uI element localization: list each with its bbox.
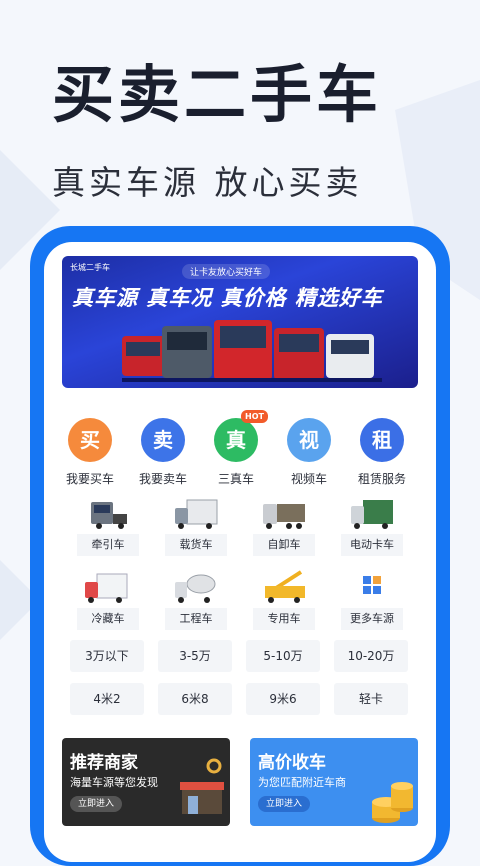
shop-icon	[180, 758, 224, 814]
quick-action-buy[interactable]: 买 我要买车	[62, 418, 118, 487]
banner-slogan: 真车源 真车况 真价格 精选好车	[72, 286, 383, 310]
category-label: 更多车源	[341, 608, 403, 630]
promo-title: 高价收车	[258, 753, 326, 773]
cargo-truck-icon	[175, 499, 218, 529]
promo-banner[interactable]: 长城二手车 让卡友放心买好车 真车源 真车况 真价格 精选好车	[62, 256, 418, 388]
rent-icon: 租	[360, 418, 404, 462]
category-electric[interactable]: 电动卡车	[341, 496, 403, 556]
tractor-truck-icon	[91, 502, 127, 529]
size-filter-chip[interactable]: 6米8	[158, 683, 232, 715]
price-filter-chip[interactable]: 3万以下	[70, 640, 144, 672]
promo-subtitle: 为您匹配附近车商	[258, 776, 346, 789]
more-grid-icon	[363, 576, 381, 594]
hero-title: 买卖二手车	[52, 58, 383, 131]
refrigerated-truck-icon	[85, 573, 128, 603]
category-label: 载货车	[165, 534, 227, 556]
quick-action-label: 租赁服务	[357, 472, 406, 486]
engineering-truck-icon	[175, 574, 216, 603]
category-label: 冷藏车	[77, 608, 139, 630]
dump-truck-icon	[263, 504, 305, 529]
quick-action-label: 我要买车	[65, 472, 114, 486]
quick-action-three-true[interactable]: 真 HOT 三真车	[208, 410, 268, 487]
quick-action-rent[interactable]: 租 租赁服务	[354, 418, 410, 487]
quick-action-label: 我要卖车	[138, 472, 187, 486]
category-label: 牵引车	[77, 534, 139, 556]
app-screen: 长城二手车 让卡友放心买好车 真车源 真车况 真价格 精选好车 买 我要买车 卖…	[44, 242, 436, 862]
category-special[interactable]: 专用车	[253, 570, 315, 630]
special-truck-icon	[265, 570, 305, 603]
high-price-purchase-card[interactable]: 高价收车 为您匹配附近车商 立即进入	[250, 738, 418, 826]
category-engineering[interactable]: 工程车	[165, 570, 227, 630]
hero-subtitle: 真实车源 放心买卖	[52, 163, 363, 202]
recommended-dealers-card[interactable]: 推荐商家 海量车源等您发现 立即进入	[62, 738, 230, 826]
category-label: 工程车	[165, 608, 227, 630]
enter-button[interactable]: 立即进入	[70, 796, 123, 812]
category-tractor[interactable]: 牵引车	[77, 496, 139, 556]
size-filter-chip[interactable]: 轻卡	[334, 683, 408, 715]
video-icon: 视	[287, 418, 331, 462]
category-dump[interactable]: 自卸车	[253, 496, 315, 556]
price-filter-chip[interactable]: 3-5万	[158, 640, 232, 672]
price-filter-chip[interactable]: 5-10万	[246, 640, 320, 672]
sell-icon: 卖	[141, 418, 185, 462]
banner-tag: 让卡友放心买好车	[182, 264, 271, 279]
category-refrigerated[interactable]: 冷藏车	[77, 570, 139, 630]
quick-action-sell[interactable]: 卖 我要卖车	[135, 418, 191, 487]
enter-button[interactable]: 立即进入	[258, 796, 311, 812]
category-cargo[interactable]: 载货车	[165, 496, 227, 556]
buy-icon: 买	[68, 418, 112, 462]
category-label: 电动卡车	[341, 534, 403, 556]
promo-subtitle: 海量车源等您发现	[70, 776, 158, 789]
banner-trucks-image	[122, 320, 382, 382]
category-more[interactable]: 更多车源	[341, 570, 403, 630]
coins-icon	[372, 782, 413, 823]
hot-badge: HOT	[241, 410, 268, 423]
size-filter-chip[interactable]: 4米2	[70, 683, 144, 715]
quick-action-label: 三真车	[217, 472, 254, 486]
banner-logo: 长城二手车	[70, 263, 110, 272]
true-car-icon: 真 HOT	[214, 410, 268, 462]
promo-title: 推荐商家	[70, 753, 138, 773]
size-filter-chip[interactable]: 9米6	[246, 683, 320, 715]
quick-action-label: 视频车	[290, 472, 327, 486]
category-label: 专用车	[253, 608, 315, 630]
electric-truck-icon	[351, 500, 393, 529]
quick-action-video[interactable]: 视 视频车	[281, 418, 337, 487]
category-label: 自卸车	[253, 534, 315, 556]
price-filter-chip[interactable]: 10-20万	[334, 640, 408, 672]
